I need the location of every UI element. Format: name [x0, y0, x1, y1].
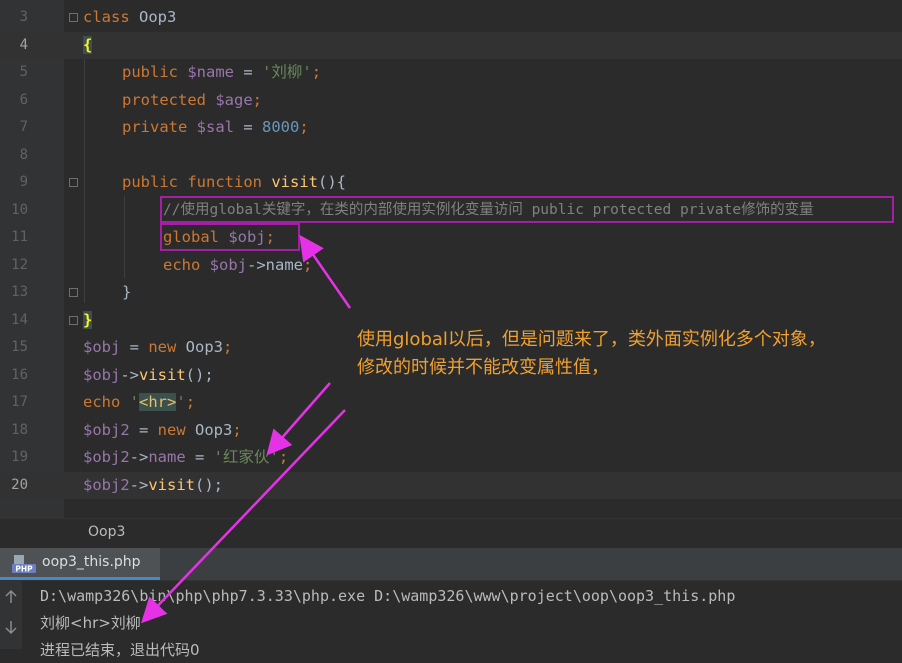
run-console[interactable]: D:\wamp326\bin\php\php7.3.33\php.exe D:\… [0, 581, 902, 659]
console-exit-line: 进程已结束，退出代码0 [40, 641, 200, 659]
code-text: $obj2->name = '红家伙'; [83, 448, 289, 466]
console-toolbar [0, 581, 22, 649]
code-text: } [83, 310, 93, 329]
code-line[interactable]: 9 public function visit(){ [0, 169, 902, 197]
code-line[interactable]: 5 public $name = '刘柳'; [0, 59, 902, 87]
code-line[interactable]: 18 $obj2 = new Oop3; [0, 417, 902, 445]
line-number: 19 [11, 449, 28, 465]
console-output-line: 刘柳<hr>刘柳 [40, 614, 141, 632]
line-number: 15 [11, 339, 28, 355]
line-number: 16 [11, 366, 28, 383]
code-text: $obj2->visit(); [83, 475, 224, 494]
line-number: 9 [19, 174, 28, 190]
line-number: 7 [19, 119, 28, 135]
code-text: public function visit(){ [122, 173, 347, 191]
global-highlight-box [160, 223, 300, 251]
code-line[interactable]: 13 } [0, 279, 902, 307]
line-number: 13 [11, 284, 28, 300]
line-number: 17 [11, 394, 28, 410]
line-number: 11 [11, 229, 28, 245]
scroll-down-icon [5, 621, 17, 635]
line-number: 14 [11, 311, 28, 328]
code-line[interactable]: 17 echo '<hr>'; [0, 389, 902, 417]
code-text: private $sal = 8000; [122, 118, 309, 136]
svg-text:PHP: PHP [15, 565, 33, 574]
annotation-line-1: 使用global以后，但是问题来了，类外面实例化多个对象， [357, 329, 826, 350]
code-line-current[interactable]: 4 { [0, 31, 902, 59]
fold-marker-icon[interactable] [69, 178, 78, 187]
fold-marker-icon[interactable] [69, 316, 78, 325]
code-text: } [122, 283, 132, 301]
fold-marker-icon[interactable] [69, 288, 78, 297]
breadcrumb[interactable]: Oop3 [0, 518, 902, 549]
annotation-line-2: 修改的时候并不能改变属性值， [357, 357, 609, 378]
breadcrumb-class[interactable]: Oop3 [88, 524, 125, 540]
code-line[interactable]: 6 protected $age; [0, 87, 902, 115]
line-number: 3 [19, 9, 28, 25]
code-text: protected $age; [122, 90, 263, 109]
console-toolbar-icons [5, 589, 17, 635]
annotation-text: 使用global以后，但是问题来了，类外面实例化多个对象， 修改的时候并不能改变… [357, 326, 897, 382]
code-line-current[interactable]: 20 $obj2->visit(); [0, 471, 902, 499]
run-tab-label: oop3_this.php [42, 554, 141, 570]
code-line[interactable]: 8 [0, 142, 902, 170]
code-line[interactable]: 11 global $obj; [0, 224, 902, 252]
fold-marker-icon[interactable] [69, 13, 78, 22]
code-text: class Oop3 [83, 8, 177, 26]
code-text: echo $obj->name; [163, 255, 313, 274]
line-number: 8 [19, 146, 28, 163]
run-tool-tabs: PHP oop3_this.php [0, 548, 902, 581]
code-text: public $name = '刘柳'; [122, 63, 322, 81]
code-text: $obj = new Oop3; [83, 338, 233, 356]
line-number: 6 [19, 91, 28, 108]
line-number: 18 [11, 421, 28, 438]
php-file-icon: PHP [12, 555, 36, 574]
code-line[interactable]: 3 class Oop3 [0, 4, 902, 32]
console-command-line: D:\wamp326\bin\php\php7.3.33\php.exe D:\… [40, 587, 736, 605]
code-line[interactable]: 12 echo $obj->name; [0, 252, 902, 280]
code-editor[interactable]: 3 class Oop3 4 { 5 public $name = '刘柳'; … [0, 0, 902, 518]
line-number: 4 [19, 36, 28, 53]
code-text: $obj->visit(); [83, 365, 214, 384]
code-text: { [83, 35, 93, 54]
code-text: $obj2 = new Oop3; [83, 420, 242, 439]
code-line[interactable]: 19 $obj2->name = '红家伙'; [0, 444, 902, 472]
run-tab-oop3-this[interactable]: PHP oop3_this.php [0, 548, 160, 580]
code-text: echo '<hr>'; [83, 393, 196, 411]
scroll-up-icon [5, 589, 17, 603]
line-number: 5 [19, 64, 28, 80]
line-number: 20 [11, 476, 28, 493]
line-number: 10 [11, 201, 28, 218]
comment-highlight-box [160, 196, 894, 223]
line-number: 12 [11, 256, 28, 273]
code-line[interactable]: 7 private $sal = 8000; [0, 114, 902, 142]
